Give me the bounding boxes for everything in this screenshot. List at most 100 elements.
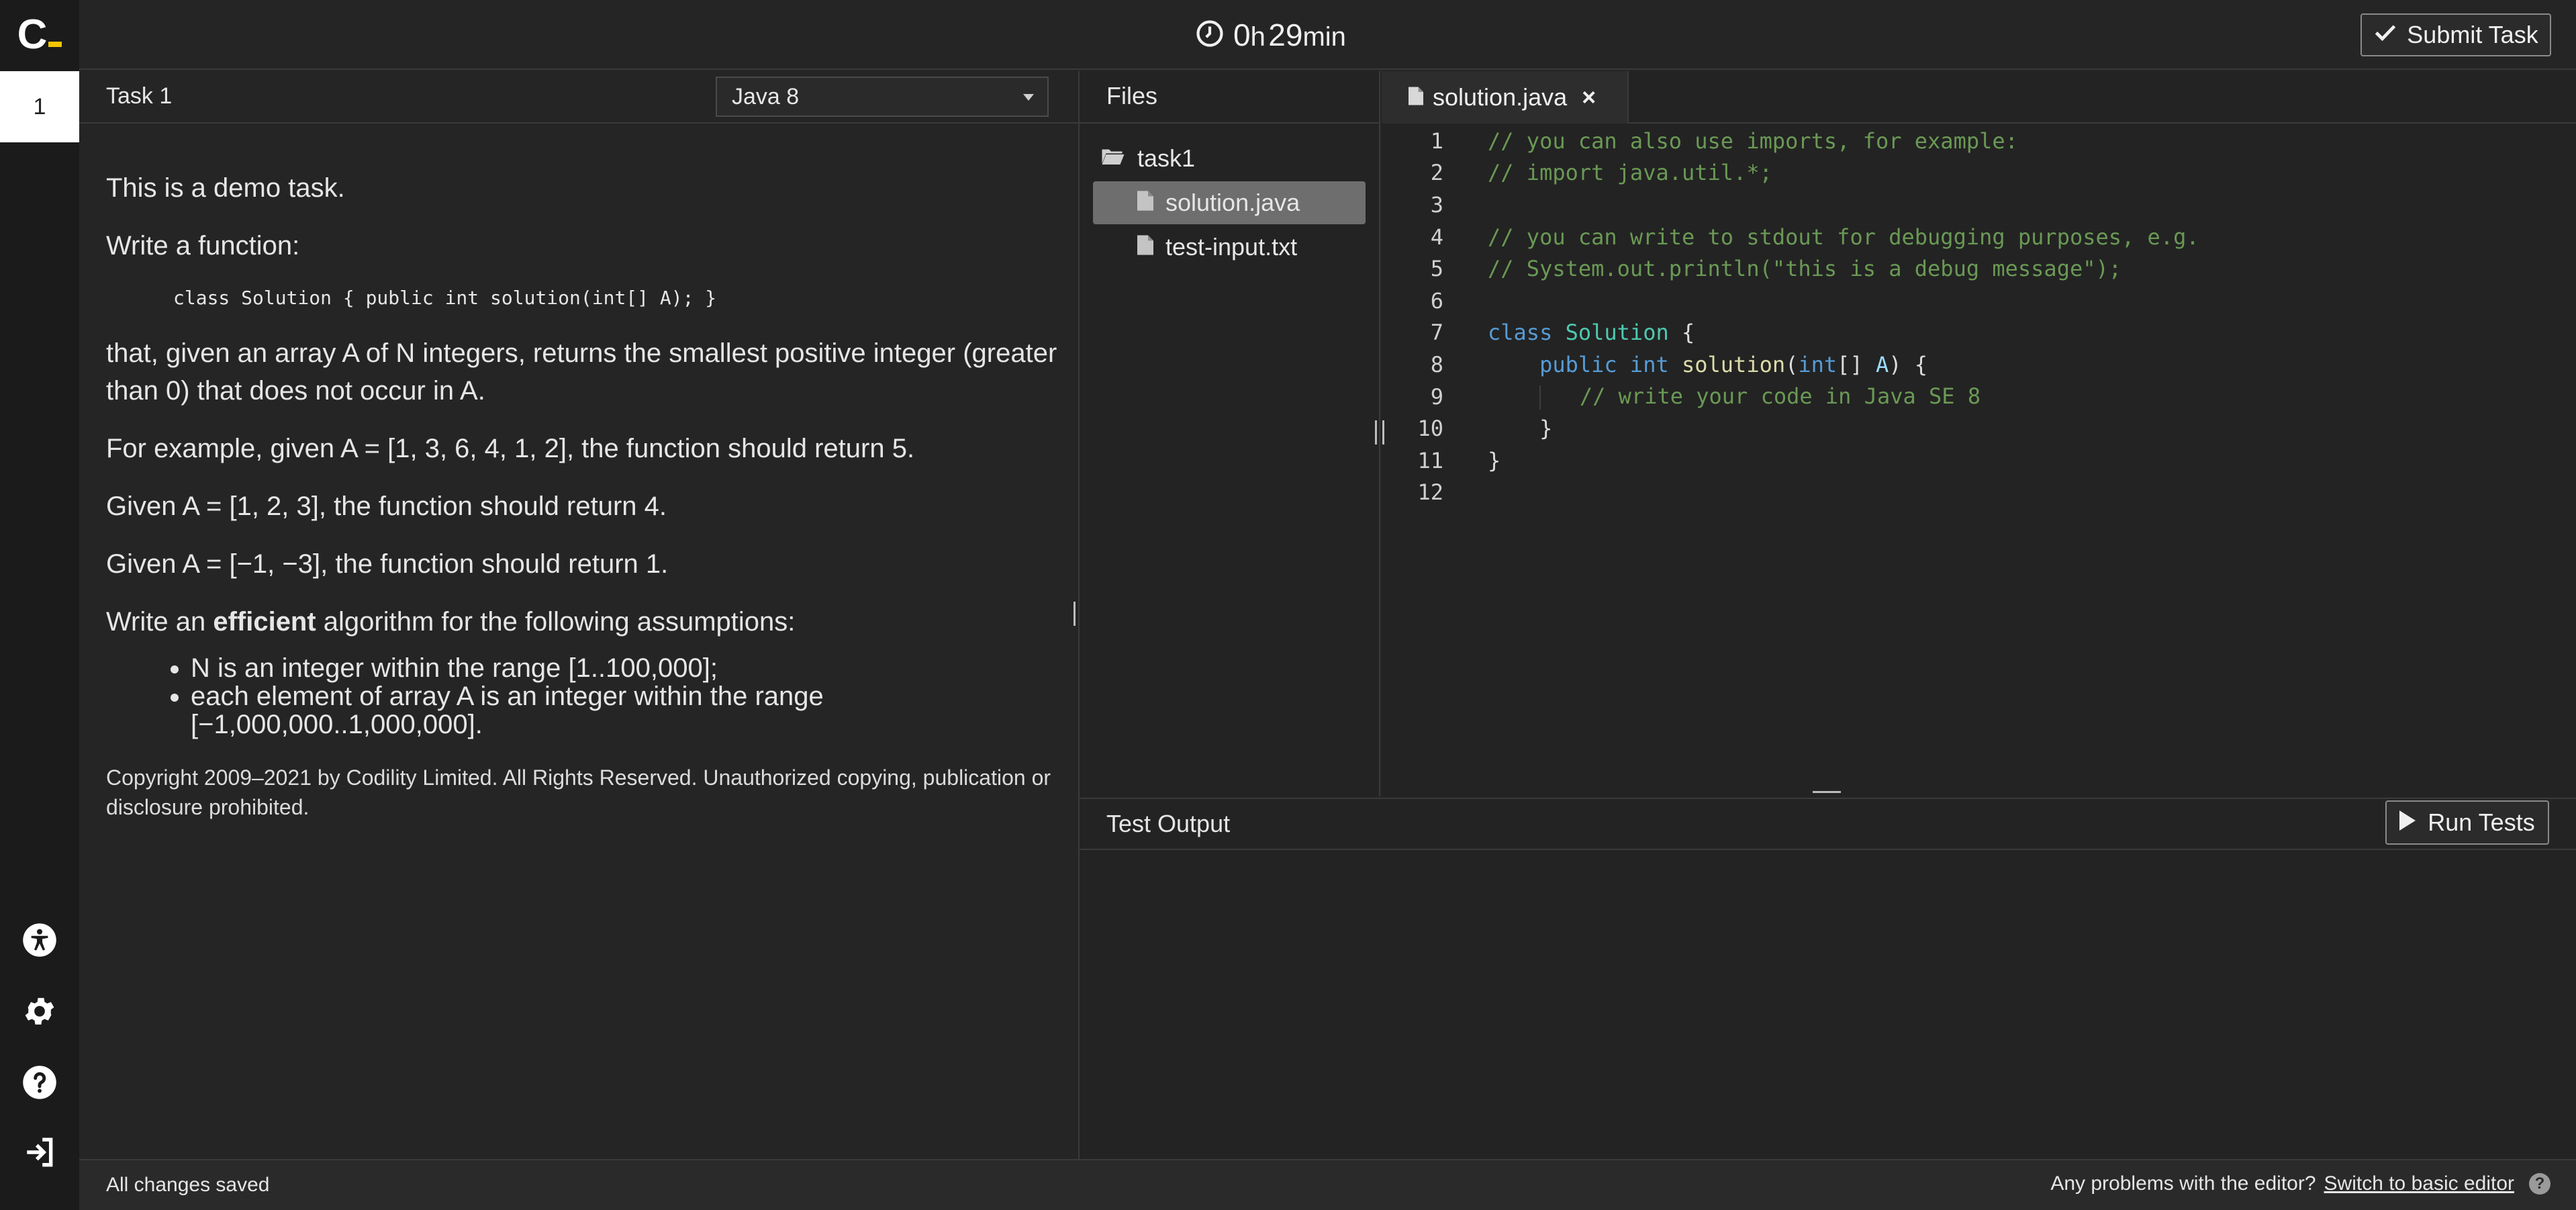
accessibility-icon[interactable] (19, 920, 60, 960)
assumptions-list: N is an integer within the range [1..100… (191, 654, 1059, 739)
editor-problems-text: Any problems with the editor? (2050, 1172, 2316, 1195)
code-comment: // write your code in Java SE 8 (1579, 383, 1981, 410)
help-icon[interactable] (19, 1062, 60, 1103)
run-tests-button[interactable]: Run Tests (2385, 800, 2549, 845)
code-function-name: solution (1681, 351, 1786, 377)
line-number: 1 (1430, 128, 1443, 154)
assumptions-intro: Write an efficient algorithm for the fol… (106, 603, 1059, 641)
file-item-test-input[interactable]: test-input.txt (1137, 226, 1297, 269)
code-text: ( (1785, 351, 1799, 377)
task-body: This is a demo task. Write a function: c… (106, 169, 1059, 822)
codility-logo: C (0, 0, 79, 70)
file-icon (1137, 189, 1153, 217)
code-line: 11} (1382, 445, 2576, 477)
code-keyword: public (1539, 351, 1617, 377)
file-item-solution-java[interactable]: solution.java (1093, 181, 1366, 224)
clock-icon (1196, 19, 1224, 51)
assumption-item: each element of array A is an integer wi… (191, 682, 849, 739)
editor-tab-label: solution.java (1433, 83, 1568, 111)
sidebar: C 1 (0, 0, 79, 1210)
code-comment: // you can also use imports, for example… (1488, 128, 2018, 154)
line-number: 7 (1430, 320, 1443, 346)
switch-basic-editor-link[interactable]: Switch to basic editor (2324, 1172, 2514, 1195)
line-number: 12 (1417, 479, 1443, 506)
folder-label: task1 (1137, 144, 1196, 172)
files-panel: Files task1 solution.java test-input.txt (1080, 71, 1384, 796)
assumption-item: N is an integer within the range [1..100… (191, 654, 1059, 682)
line-number: 5 (1430, 256, 1443, 282)
code-editor[interactable]: solution.java × 1 // you can also use imp… (1382, 71, 2576, 796)
indent-guide (1539, 385, 1541, 410)
file-label: solution.java (1165, 189, 1300, 216)
code-variable: A (1875, 351, 1889, 377)
code-line: 1 // you can also use imports, for exampl… (1382, 125, 2576, 157)
copyright-notice: Copyright 2009–2021 by Codility Limited.… (106, 765, 1051, 819)
task-description-panel: Task 1 Java 8 This is a demo task. Write… (79, 71, 1078, 1159)
sidebar-task-tab[interactable]: 1 (0, 71, 79, 142)
folder-task1[interactable]: task1 (1101, 137, 1195, 180)
timer-minutes-unit: min (1302, 22, 1346, 52)
line-number: 8 (1430, 351, 1443, 377)
code-line: 9 // write your code in Java SE 8 (1382, 381, 2576, 413)
code-keyword: int (1629, 351, 1669, 377)
logo-cursor-bar (48, 42, 62, 47)
timer: 0h 29min (1196, 15, 1346, 55)
test-output-title: Test Output (1106, 810, 1231, 837)
logo-letter: C (17, 11, 48, 58)
code-line: 6 (1382, 285, 2576, 317)
code-keyword: class (1488, 320, 1553, 346)
code-comment: // you can write to stdout for debugging… (1488, 224, 2199, 250)
line-number: 9 (1430, 383, 1443, 410)
code-line: 8 public int solution(int[] A) { (1382, 348, 2576, 381)
sign-in-icon[interactable] (19, 1132, 60, 1172)
chevron-down-icon (1023, 94, 1034, 101)
task-header: Task 1 Java 8 (79, 71, 1078, 124)
top-bar: 0h 29min Submit Task (79, 0, 2576, 70)
code-text: [] (1837, 351, 1876, 377)
files-header: Files (1080, 71, 1379, 124)
assumptions-bold: efficient (213, 607, 316, 637)
test-output-panel: Test Output Run Tests (1080, 798, 2576, 1159)
code-text: { (1668, 320, 1695, 346)
task-title: Task 1 (106, 83, 173, 109)
run-tests-label: Run Tests (2428, 808, 2535, 836)
line-number: 3 (1430, 191, 1443, 218)
status-bar: All changes saved Any problems with the … (79, 1159, 2576, 1210)
code-comment: // System.out.println("this is a debug m… (1488, 256, 2122, 282)
assumptions-prefix: Write an (106, 607, 213, 637)
editor-tab-solution-java[interactable]: solution.java × (1382, 71, 1629, 124)
splitter-grip[interactable] (1375, 420, 1384, 445)
submit-task-button[interactable]: Submit Task (2360, 13, 2551, 56)
folder-open-icon (1101, 144, 1125, 173)
timer-hours: 0 (1233, 17, 1251, 52)
assumptions-suffix: algorithm for the following assumptions: (316, 607, 796, 637)
close-icon[interactable]: × (1582, 83, 1596, 111)
task-description: that, given an array A of N integers, re… (106, 338, 1057, 406)
task-write-function: Write a function: (106, 231, 300, 261)
function-signature: class Solution { public int solution(int… (173, 287, 717, 309)
gear-icon[interactable] (19, 991, 60, 1031)
file-icon (1409, 83, 1423, 111)
timer-hours-unit: h (1250, 22, 1266, 52)
task-example-2: Given A = [1, 2, 3], the function should… (106, 492, 667, 521)
code-area[interactable]: 1 // you can also use imports, for exampl… (1382, 125, 2576, 508)
line-number: 2 (1430, 160, 1443, 186)
line-number: 11 (1417, 447, 1443, 473)
help-icon[interactable]: ? (2529, 1173, 2550, 1195)
code-line: 10 } (1382, 412, 2576, 445)
code-line: 5 // System.out.println("this is a debug … (1382, 252, 2576, 285)
check-icon (2373, 20, 2397, 50)
code-line: 7 class Solution { (1382, 317, 2576, 349)
save-status: All changes saved (106, 1174, 270, 1196)
file-icon (1137, 233, 1153, 261)
code-text: ) { (1889, 351, 1928, 377)
line-number: 10 (1417, 416, 1443, 442)
language-select-value: Java 8 (732, 83, 800, 109)
line-number: 6 (1430, 287, 1443, 314)
task-intro: This is a demo task. (106, 173, 345, 203)
language-select[interactable]: Java 8 (716, 77, 1049, 117)
test-output-header: Test Output Run Tests (1080, 799, 2576, 850)
submit-task-label: Submit Task (2407, 21, 2538, 48)
editor-help-notice: Any problems with the editor? Switch to … (2050, 1172, 2550, 1195)
editor-tab-bar: solution.java × (1382, 71, 2576, 124)
